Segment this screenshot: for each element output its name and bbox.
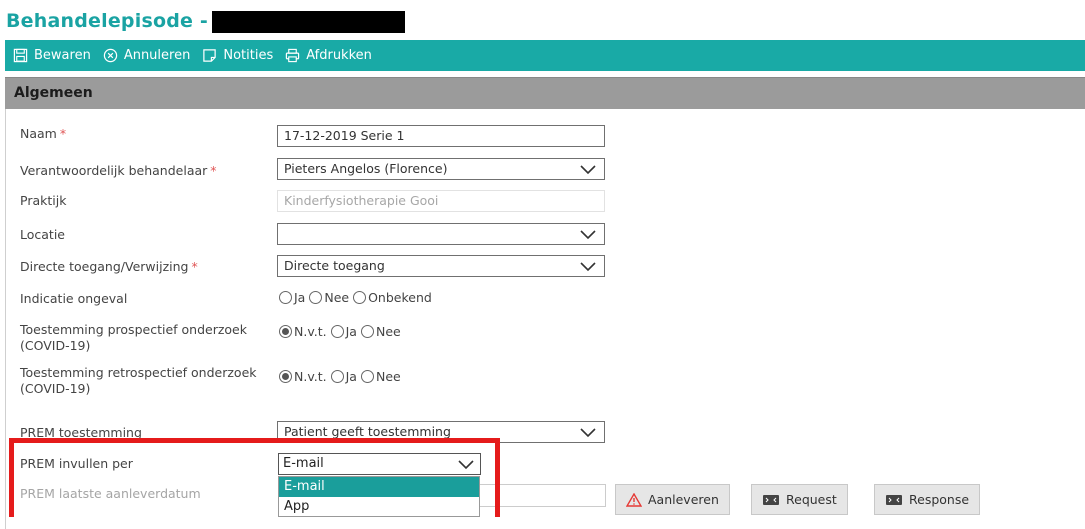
retrospectief-radio-group: N.v.t. Ja Nee [279, 366, 405, 386]
page-title: Behandelepisode - [6, 10, 208, 32]
redaction-bar [212, 11, 405, 33]
prem-toestemming-label: PREM toestemming [20, 425, 142, 440]
section-header: Algemeen [5, 77, 1085, 109]
behandelaar-label: Verantwoordelijk behandelaar * [20, 163, 217, 178]
behandelaar-value: Pieters Angelos (Florence) [284, 161, 448, 176]
prem-invullen-label: PREM invullen per [20, 456, 133, 471]
print-button[interactable]: Afdrukken [285, 48, 372, 63]
notes-label: Notities [223, 48, 274, 63]
request-label: Request [786, 492, 837, 507]
radio-circle [353, 290, 367, 304]
radio-circle-selected [279, 369, 292, 383]
prospectief-label: Toestemming prospectief onderzoek (COVID… [20, 322, 247, 353]
retrospectief-radio-nvt[interactable]: N.v.t. [279, 369, 327, 384]
print-icon [286, 48, 300, 63]
naam-label: Naam * [20, 126, 67, 141]
print-label: Afdrukken [306, 48, 372, 63]
radio-circle [279, 290, 292, 304]
ongeval-radio-onbekend[interactable]: Onbekend [353, 290, 432, 305]
prem-invullen-select[interactable]: E-mail [278, 453, 481, 475]
radio-circle [360, 324, 374, 338]
dropdown-option-email[interactable]: E-mail [279, 477, 479, 497]
prem-toestemming-select[interactable]: Patient geeft toestemming [277, 421, 605, 443]
locatie-select[interactable] [277, 223, 605, 245]
response-label: Response [909, 492, 970, 507]
cancel-icon [103, 48, 118, 63]
xml-file-icon [886, 494, 902, 505]
chevron-down-icon [580, 428, 596, 438]
naam-input[interactable]: 17-12-2019 Serie 1 [277, 125, 605, 147]
chevron-down-icon [458, 460, 474, 470]
request-button[interactable]: Request [751, 484, 848, 515]
response-button[interactable]: Response [874, 484, 981, 515]
ongeval-radio-nee[interactable]: Nee [309, 290, 349, 305]
retrospectief-label: Toestemming retrospectief onderzoek (COV… [20, 365, 257, 396]
prospectief-radio-nvt[interactable]: N.v.t. [279, 324, 327, 339]
ongeval-radio-group: Ja Nee Onbekend [279, 287, 436, 307]
cancel-button[interactable]: Annuleren [103, 48, 191, 63]
toegang-label: Directe toegang/Verwijzing * [20, 259, 198, 274]
chevron-down-icon [580, 165, 596, 175]
prem-datum-input[interactable] [478, 484, 606, 507]
required-marker: * [191, 259, 198, 274]
cancel-label: Annuleren [123, 48, 191, 63]
aanleveren-label: Aanleveren [648, 492, 719, 507]
ongeval-radio-ja[interactable]: Ja [279, 290, 305, 305]
notes-icon [203, 49, 217, 62]
prem-invullen-value: E-mail [283, 456, 324, 471]
aanleveren-button[interactable]: Aanleveren [615, 484, 730, 515]
save-button[interactable]: Bewaren [13, 48, 91, 63]
prem-datum-label: PREM laatste aanleverdatum [20, 486, 201, 501]
save-label: Bewaren [34, 48, 91, 63]
toegang-value: Directe toegang [284, 258, 385, 273]
prospectief-radio-nee[interactable]: Nee [360, 324, 401, 339]
toegang-select[interactable]: Directe toegang [277, 255, 605, 277]
behandelaar-select[interactable]: Pieters Angelos (Florence) [277, 158, 605, 180]
ongeval-label: Indicatie ongeval [20, 291, 128, 306]
praktijk-field: Kinderfysiotherapie Gooi [277, 190, 605, 212]
retrospectief-radio-nee[interactable]: Nee [360, 369, 401, 384]
radio-circle [330, 369, 344, 383]
radio-circle-selected [279, 324, 292, 338]
notes-button[interactable]: Notities [202, 48, 273, 63]
radio-circle [330, 324, 344, 338]
retrospectief-radio-ja[interactable]: Ja [330, 369, 357, 384]
save-icon [13, 48, 28, 63]
required-marker: * [59, 126, 67, 141]
xml-file-icon [763, 494, 779, 505]
praktijk-label: Praktijk [20, 193, 67, 208]
radio-circle [360, 369, 374, 383]
prem-toestemming-value: Patient geeft toestemming [284, 424, 451, 439]
prem-invullen-dropdown: E-mail App [278, 476, 480, 517]
chevron-down-icon [580, 230, 596, 240]
required-marker: * [210, 163, 217, 178]
prospectief-radio-ja[interactable]: Ja [330, 324, 357, 339]
dropdown-option-app[interactable]: App [279, 497, 479, 517]
warning-icon [626, 492, 642, 507]
locatie-label: Locatie [20, 227, 65, 242]
prospectief-radio-group: N.v.t. Ja Nee [279, 321, 405, 341]
radio-circle [309, 290, 323, 304]
toolbar: Bewaren Annuleren Notities Afdrukken [5, 40, 1085, 71]
chevron-down-icon [580, 262, 596, 272]
